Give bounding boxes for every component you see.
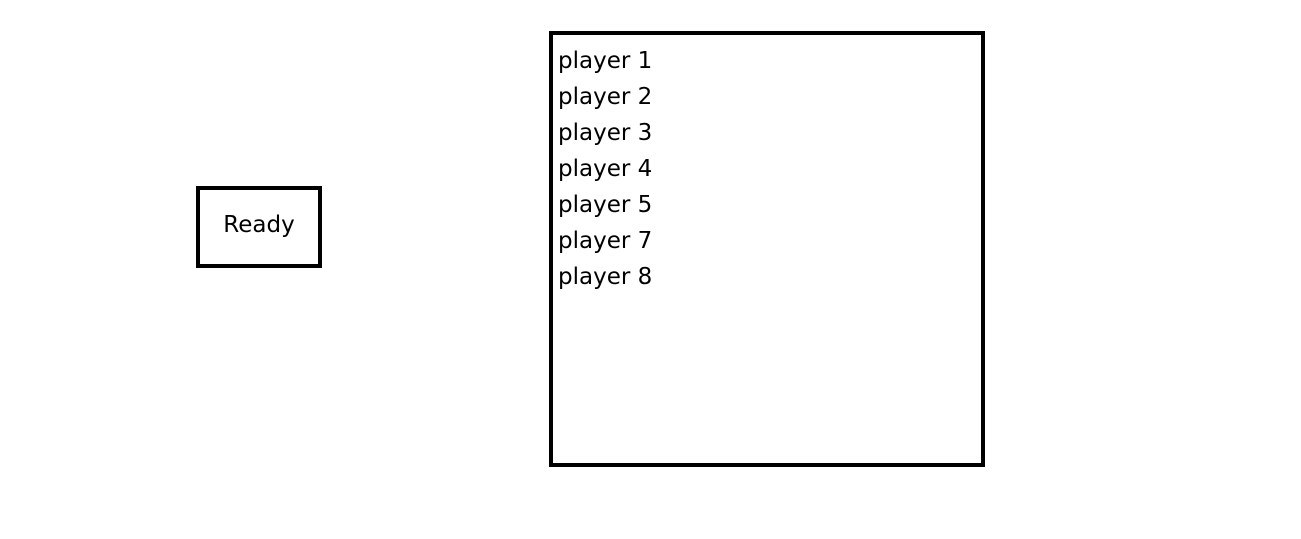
player-list-items: player 1 player 2 player 3 player 4 play… [553, 35, 981, 295]
list-item: player 2 [558, 84, 653, 110]
list-item: player 3 [558, 120, 653, 146]
list-item: player 5 [558, 192, 653, 218]
ready-button[interactable]: Ready [196, 186, 322, 268]
ready-button-label: Ready [223, 211, 295, 238]
list-item: player 4 [558, 156, 653, 182]
player-list: player 1 player 2 player 3 player 4 play… [549, 31, 985, 467]
list-item: player 7 [558, 228, 653, 254]
list-item: player 1 [558, 48, 653, 74]
list-item: player 8 [558, 264, 653, 290]
